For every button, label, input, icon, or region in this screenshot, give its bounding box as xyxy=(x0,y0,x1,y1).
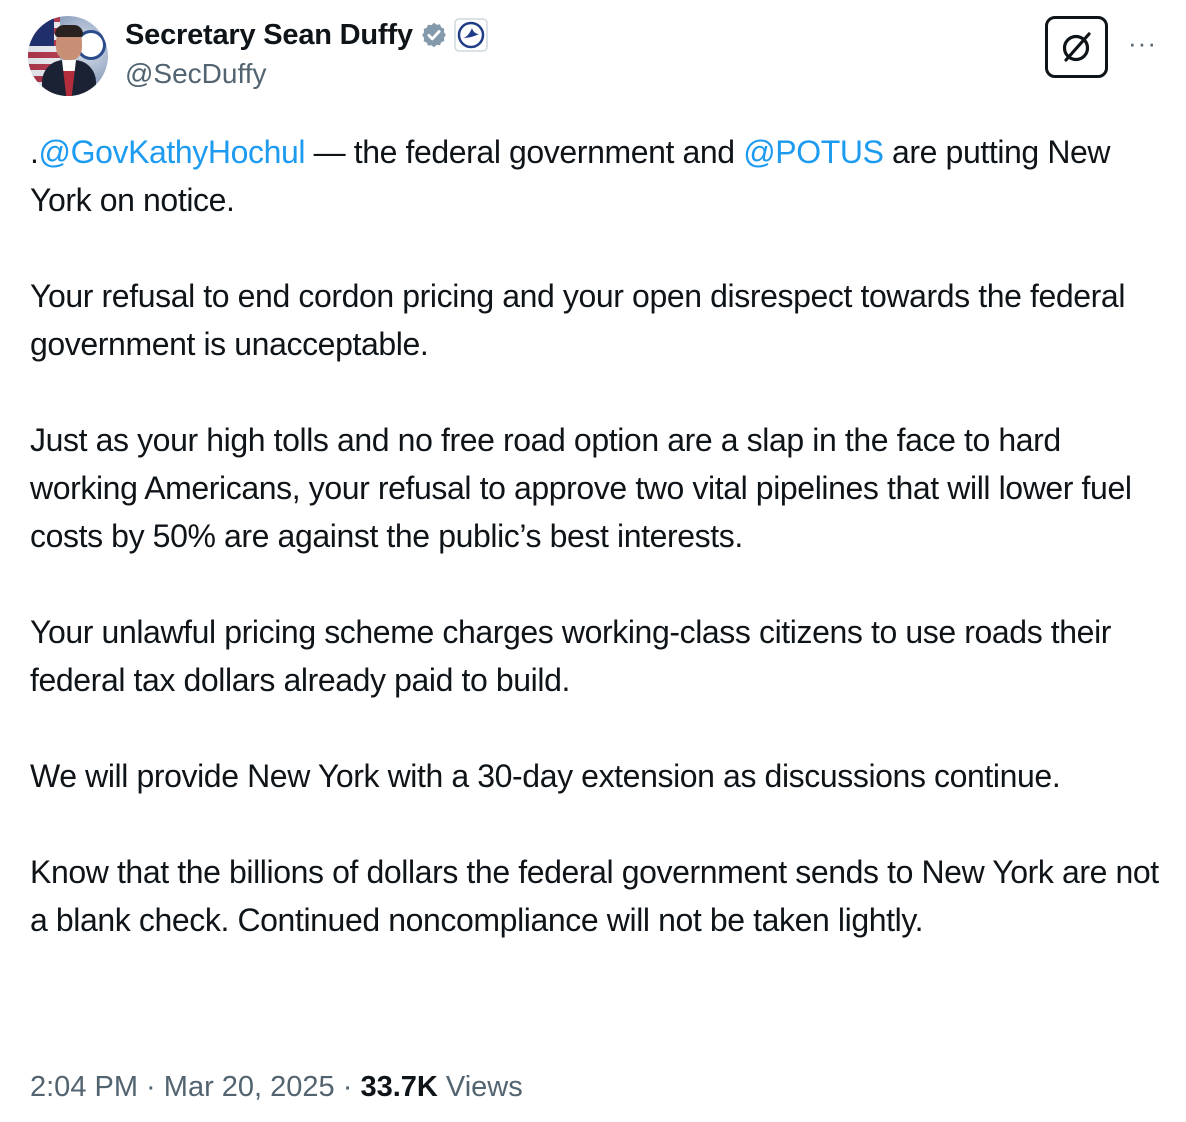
tweet-paragraph-5: We will provide New York with a 30-day e… xyxy=(30,758,1061,794)
avatar-flag-canton xyxy=(28,16,54,46)
more-options-icon[interactable]: ··· xyxy=(1128,30,1157,56)
tweet-paragraph-1: .@GovKathyHochul — the federal governmen… xyxy=(30,128,1160,224)
verified-badge-icon[interactable] xyxy=(420,21,448,49)
tweet-date[interactable]: Mar 20, 2025 xyxy=(164,1071,335,1103)
meta-separator-2: · xyxy=(334,1071,361,1103)
us-department-of-transportation-icon[interactable] xyxy=(454,18,488,52)
tweet-paragraph-3: Just as your high tolls and no free road… xyxy=(30,422,1132,554)
tweet-text: .@GovKathyHochul — the federal governmen… xyxy=(30,128,1160,992)
author-handle[interactable]: @SecDuffy xyxy=(125,58,267,90)
tweet-metadata: 2:04 PM · Mar 20, 2025 · 33.7K Views xyxy=(30,1071,523,1104)
grok-button[interactable] xyxy=(1045,16,1108,78)
avatar-hair xyxy=(55,25,83,37)
author-display-name[interactable]: Secretary Sean Duffy xyxy=(125,19,413,52)
views-label: Views xyxy=(437,1071,523,1103)
avatar[interactable] xyxy=(28,16,108,96)
views-count[interactable]: 33.7K xyxy=(360,1071,437,1103)
tweet-line1-mid: — the federal government and xyxy=(305,134,744,170)
tweet-time[interactable]: 2:04 PM xyxy=(30,1071,138,1103)
author-name-row: Secretary Sean Duffy xyxy=(125,16,488,54)
meta-separator-1: · xyxy=(138,1071,164,1103)
tweet-paragraph-4: Your unlawful pricing scheme charges wor… xyxy=(30,614,1112,698)
grok-icon xyxy=(1062,32,1091,62)
tweet-paragraph-6: Know that the billions of dollars the fe… xyxy=(30,854,1159,938)
mention-potus[interactable]: @POTUS xyxy=(743,134,884,170)
tweet-paragraph-2: Your refusal to end cordon pricing and y… xyxy=(30,278,1126,362)
mention-govkathyhochul[interactable]: @GovKathyHochul xyxy=(39,134,306,170)
tweet-prefix: . xyxy=(30,134,39,170)
